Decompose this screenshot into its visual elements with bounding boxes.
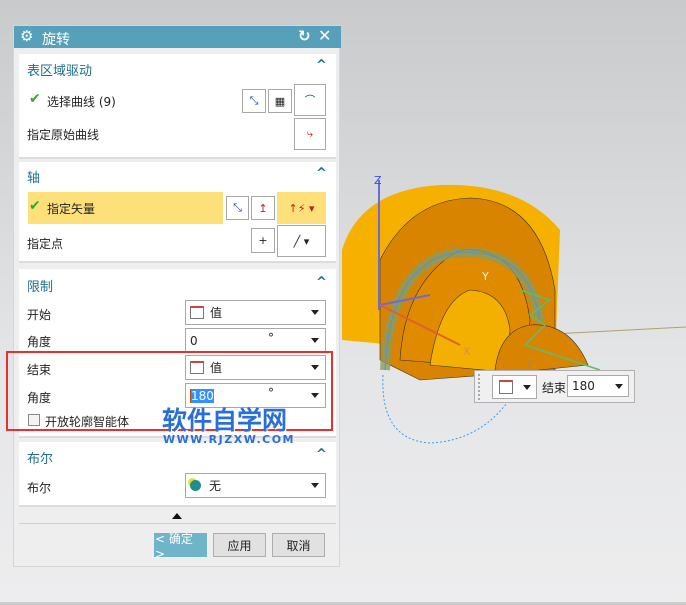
float-end-value: 180: [572, 379, 595, 393]
original-curve-button[interactable]: ⤷: [294, 118, 326, 150]
collapse-more-icon[interactable]: [172, 513, 182, 519]
check-icon: ✔: [29, 91, 41, 107]
vector-type-dropdown[interactable]: ↑⚡ ▾: [277, 192, 326, 224]
float-end-label: 结束: [542, 381, 567, 395]
start-label: 开始: [27, 308, 52, 322]
cancel-button[interactable]: 取消: [272, 533, 325, 557]
start-mode-value: 值: [210, 306, 223, 320]
select-curve-label[interactable]: 选择曲线 (9): [47, 93, 116, 110]
start-angle-value: 0: [190, 333, 198, 348]
axis-y-label: Y: [481, 270, 489, 283]
section-axis: 轴 ^ ✔ 指定矢量 ⤡ ↥ ↑⚡ ▾ 指定点 + ╱ ▾: [19, 162, 336, 263]
revolve-dialog: ⚙ 旋转 ↻ ✕ 表区域驱动 ^ ✔ 选择曲线 (9) ⤡ ▦ ⌒ 指定原始曲线…: [13, 25, 341, 567]
dialog-title: 旋转: [42, 32, 70, 48]
section-title: 表区域驱动: [27, 64, 93, 79]
start-angle-label: 角度: [27, 335, 52, 349]
chevron-down-icon: [523, 385, 531, 390]
reset-icon[interactable]: ↻: [298, 27, 311, 45]
chevron-down-icon: [311, 338, 319, 343]
vector-dialog-button[interactable]: ↥: [251, 196, 275, 220]
axis-z-label: Z: [374, 174, 382, 187]
float-mode-dropdown[interactable]: [492, 375, 537, 399]
point-dialog-button[interactable]: +: [251, 228, 275, 253]
boolean-dropdown[interactable]: 无: [185, 473, 326, 498]
close-icon[interactable]: ✕: [318, 26, 331, 45]
float-end-input[interactable]: 180: [567, 375, 629, 397]
specify-point-label: 指定点: [27, 237, 64, 251]
start-mode-dropdown[interactable]: 值: [185, 300, 326, 325]
boolean-none-icon: [190, 480, 201, 491]
section-builder-button[interactable]: ⌒: [294, 84, 326, 116]
ok-button[interactable]: < 确定 >: [154, 532, 207, 561]
section-title: 限制: [27, 280, 54, 295]
watermark-title: 软件自学网: [162, 406, 288, 435]
collapse-icon[interactable]: ^: [316, 58, 327, 73]
section-title: 布尔: [27, 452, 54, 467]
watermark-url: WWW.RJZXW.COM: [163, 433, 295, 446]
apply-button[interactable]: 应用: [213, 533, 266, 557]
boolean-value: 无: [209, 479, 222, 493]
point-type-dropdown[interactable]: ╱ ▾: [277, 225, 326, 257]
section-surface: 表区域驱动 ^ ✔ 选择曲线 (9) ⤡ ▦ ⌒ 指定原始曲线 ⤷: [19, 54, 336, 159]
boolean-label: 布尔: [27, 481, 52, 495]
reverse-direction-button[interactable]: ⤡: [242, 89, 266, 113]
value-mode-icon: [499, 380, 513, 394]
value-mode-icon: [190, 306, 204, 319]
section-title: 轴: [27, 171, 41, 186]
chevron-down-icon: [311, 483, 319, 488]
gear-icon[interactable]: ⚙: [20, 27, 33, 45]
reverse-direction-button[interactable]: ⤡: [226, 196, 249, 220]
collapse-icon[interactable]: ^: [316, 447, 327, 462]
drag-handle[interactable]: [478, 374, 483, 400]
specify-vector-label: 指定矢量: [47, 202, 96, 216]
curve-rule-button[interactable]: ▦: [268, 89, 292, 113]
divider: [19, 523, 336, 524]
start-angle-input[interactable]: 0 °: [185, 328, 326, 353]
axis-x-label: X: [463, 345, 471, 358]
collapse-icon[interactable]: ^: [316, 166, 327, 181]
title-bar: ⚙ 旋转 ↻ ✕: [14, 26, 341, 48]
unit-label: °: [268, 331, 274, 345]
specify-original-label: 指定原始曲线: [27, 128, 100, 142]
chevron-down-icon: [311, 310, 319, 315]
section-boolean: 布尔 ^ 布尔 无: [19, 442, 336, 507]
floating-end-toolbar: 结束 180: [474, 370, 635, 403]
collapse-icon[interactable]: ^: [316, 275, 327, 290]
chevron-down-icon: [615, 384, 623, 389]
check-icon: ✔: [29, 198, 41, 214]
